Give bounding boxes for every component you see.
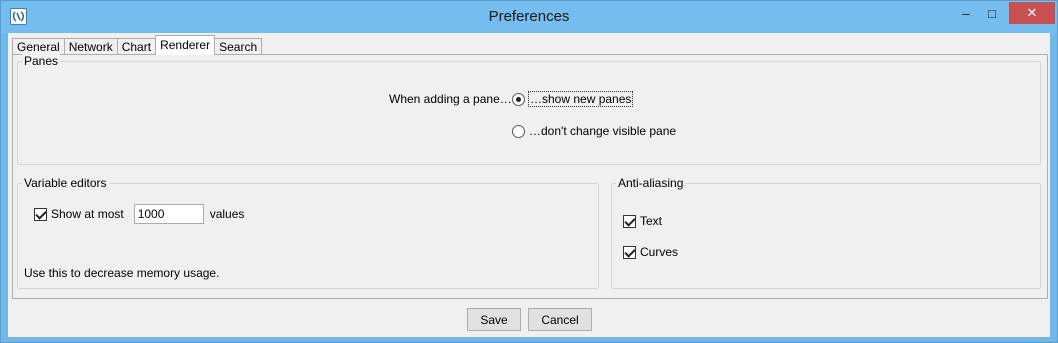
aa-curves-checkbox[interactable] bbox=[623, 245, 636, 259]
show-new-panes-option[interactable]: …show new panes bbox=[512, 91, 634, 107]
preferences-window: Preferences – □ ✕ General Network Chart … bbox=[0, 0, 1058, 343]
save-button[interactable]: Save bbox=[467, 308, 521, 331]
minimize-button[interactable]: – bbox=[953, 2, 979, 24]
anti-aliasing-group: Anti-aliasing Text Curves bbox=[611, 176, 1041, 289]
aa-curves-label[interactable]: Curves bbox=[640, 245, 678, 259]
show-at-most-label[interactable]: Show at most bbox=[51, 207, 124, 221]
cancel-button[interactable]: Cancel bbox=[528, 308, 592, 331]
tab-search[interactable]: Search bbox=[214, 38, 263, 55]
title-bar[interactable]: Preferences – □ ✕ bbox=[1, 1, 1057, 33]
variable-editors-group-title: Variable editors bbox=[22, 176, 109, 190]
max-values-input[interactable] bbox=[133, 204, 204, 224]
aa-text-checkbox[interactable] bbox=[623, 214, 636, 228]
variable-editors-group: Variable editors Show at most values Use… bbox=[17, 176, 599, 289]
close-button[interactable]: ✕ bbox=[1009, 2, 1055, 24]
show-new-panes-label[interactable]: …show new panes bbox=[527, 91, 634, 107]
tab-network[interactable]: Network bbox=[63, 38, 118, 55]
dont-change-pane-radio[interactable] bbox=[512, 124, 525, 138]
pane-prompt-label: When adding a pane… bbox=[389, 92, 512, 106]
tab-renderer[interactable]: Renderer bbox=[155, 35, 216, 55]
tab-chart[interactable]: Chart bbox=[116, 38, 157, 55]
aa-text-option[interactable]: Text bbox=[623, 214, 662, 228]
maximize-button[interactable]: □ bbox=[979, 2, 1005, 24]
anti-aliasing-group-title: Anti-aliasing bbox=[616, 176, 686, 190]
window-title: Preferences bbox=[488, 8, 570, 25]
memory-hint-row: Use this to decrease memory usage. bbox=[24, 266, 219, 280]
panes-group: Panes When adding a pane… …show new pane… bbox=[17, 54, 1041, 165]
dont-change-pane-option[interactable]: …don't change visible pane bbox=[512, 124, 676, 138]
show-new-panes-radio[interactable] bbox=[512, 92, 525, 106]
aa-text-label[interactable]: Text bbox=[640, 214, 662, 228]
dialog-client-area: General Network Chart Renderer Search Pa… bbox=[8, 33, 1050, 337]
memory-hint-text: Use this to decrease memory usage. bbox=[24, 266, 220, 280]
show-at-most-row: Show at most values bbox=[34, 204, 244, 224]
aa-curves-option[interactable]: Curves bbox=[623, 245, 678, 259]
tab-general[interactable]: General bbox=[12, 38, 65, 55]
values-unit-label: values bbox=[209, 207, 245, 221]
pane-prompt-row: When adding a pane… bbox=[389, 92, 512, 106]
tab-bar: General Network Chart Renderer Search bbox=[12, 35, 263, 55]
show-at-most-checkbox[interactable] bbox=[34, 207, 47, 221]
renderer-tab-panel: Panes When adding a pane… …show new pane… bbox=[12, 54, 1048, 299]
panes-group-title: Panes bbox=[22, 54, 61, 68]
dont-change-pane-label[interactable]: …don't change visible pane bbox=[529, 124, 676, 138]
